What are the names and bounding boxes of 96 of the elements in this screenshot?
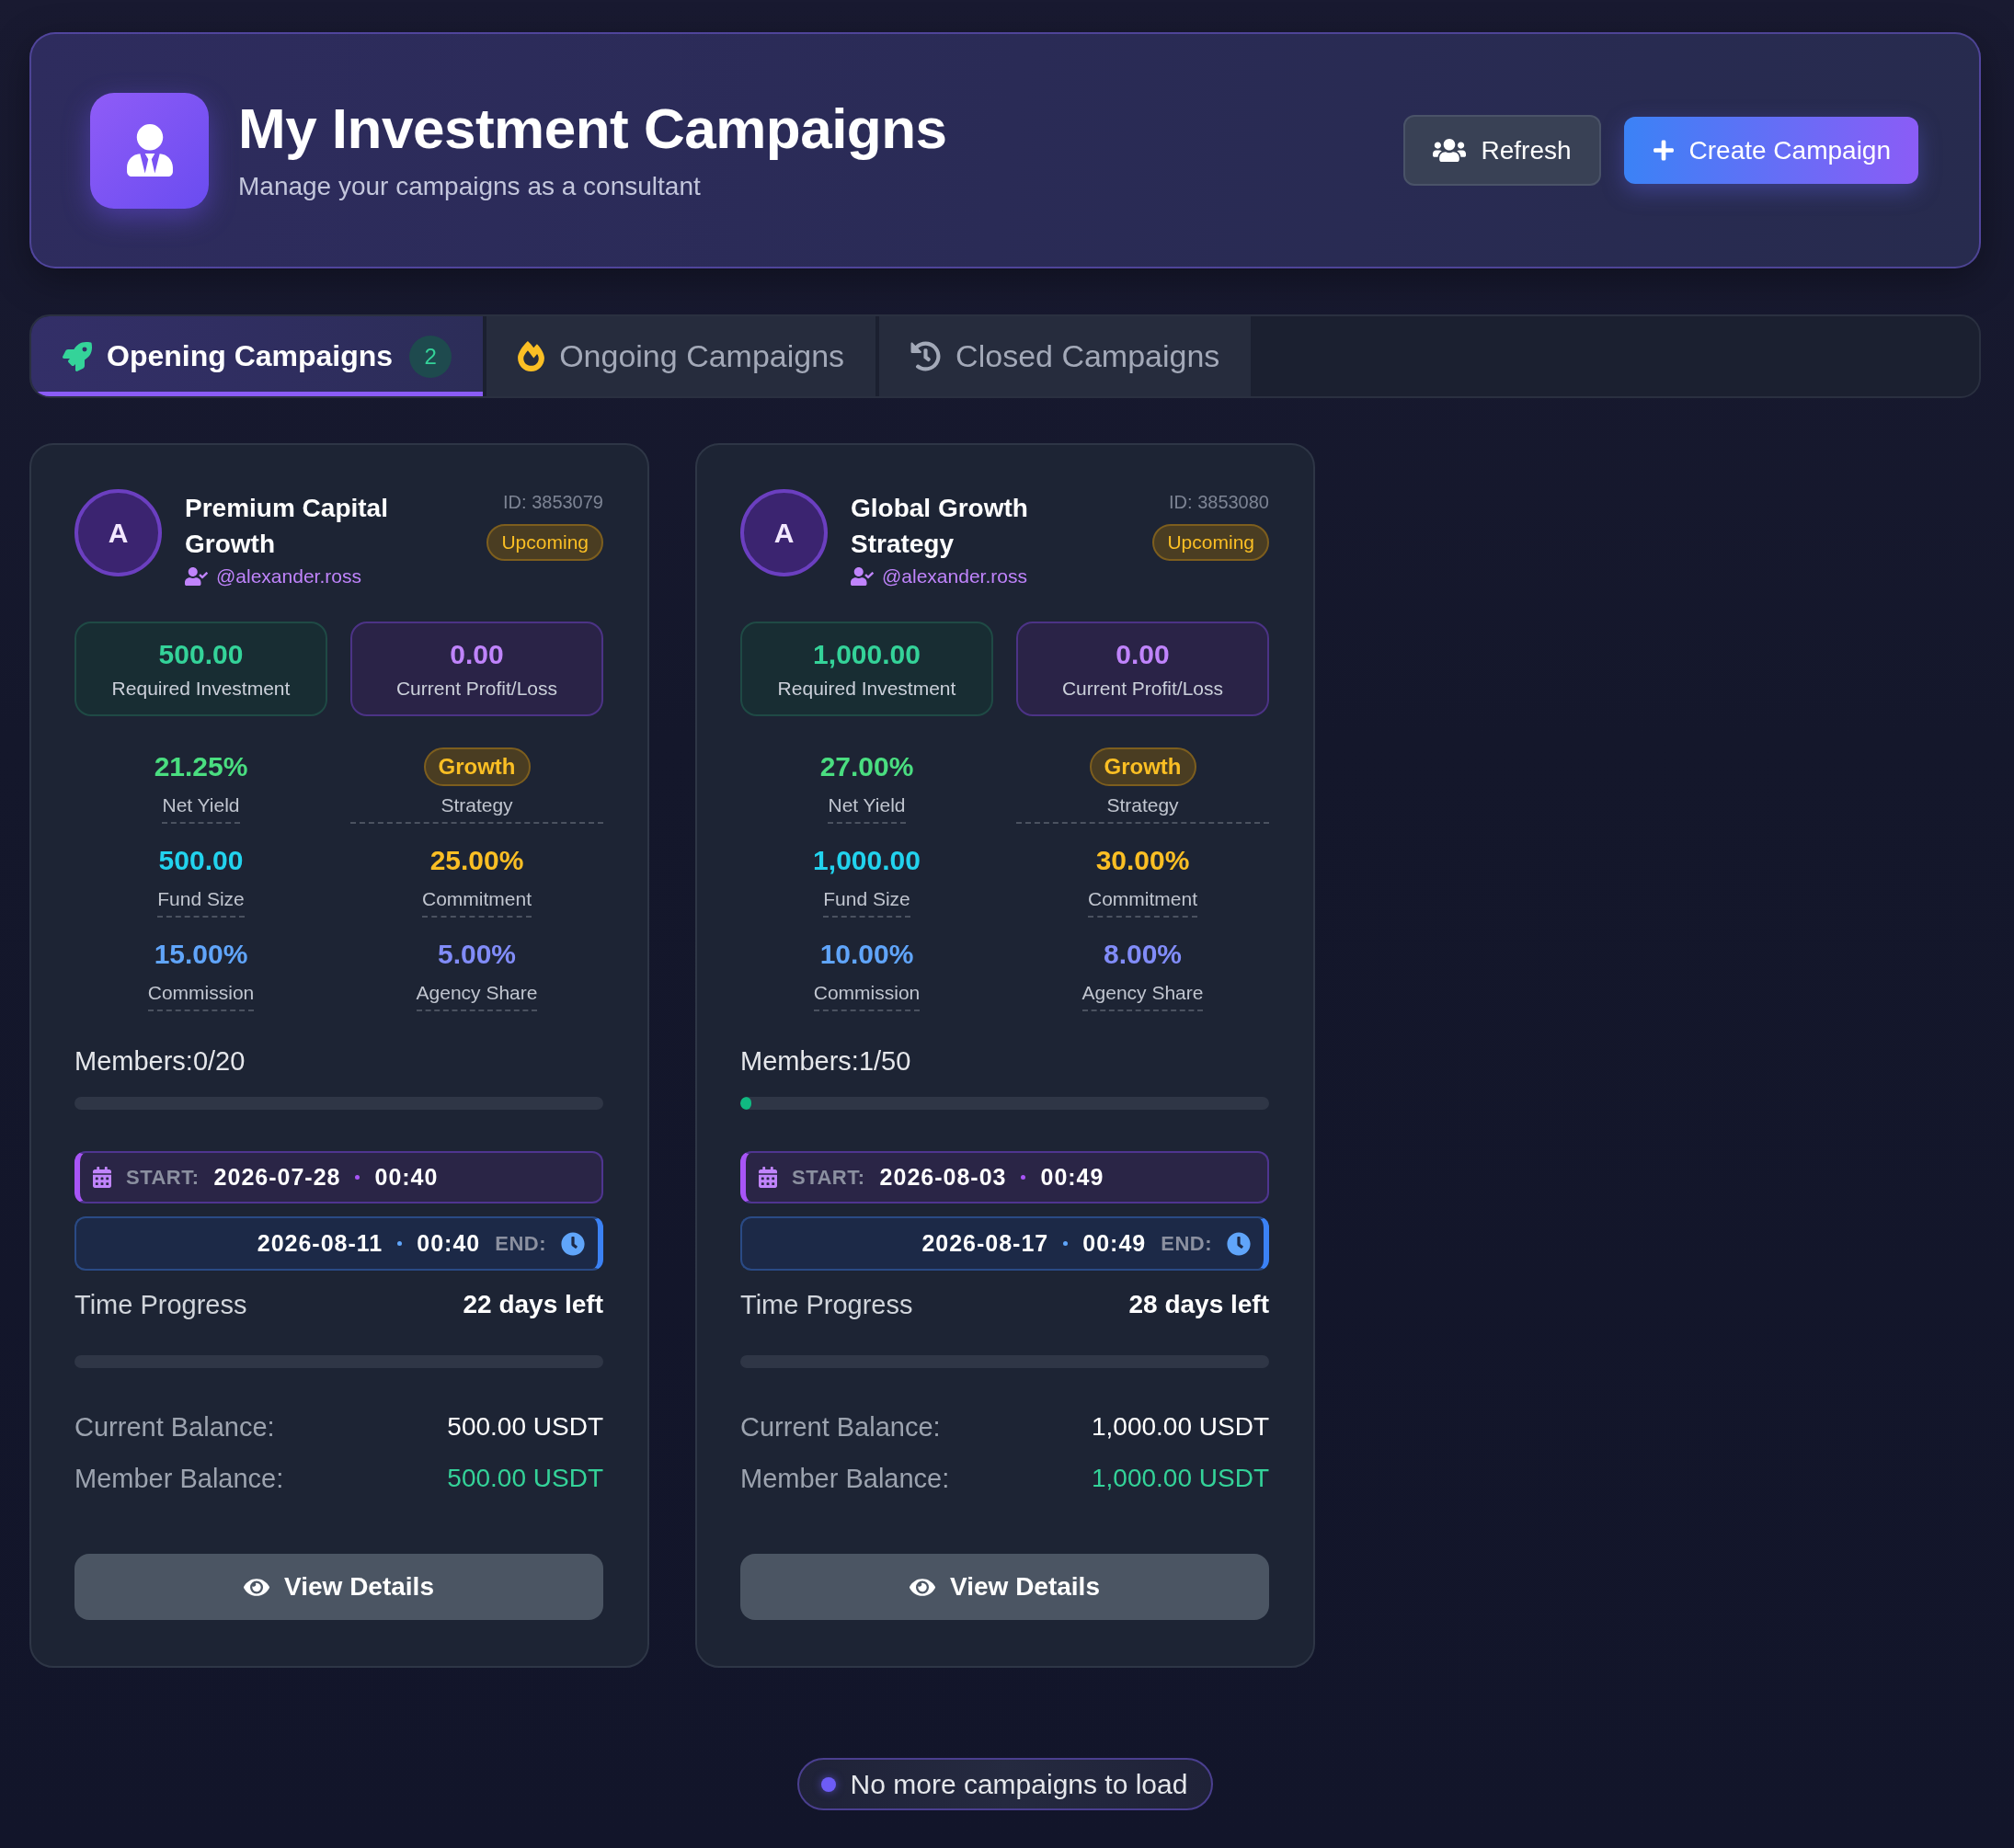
time-progress-label: Time Progress bbox=[740, 1289, 913, 1321]
create-campaign-button[interactable]: Create Campaign bbox=[1623, 117, 1918, 184]
metric-value: 500.00 bbox=[158, 844, 244, 877]
clock-icon bbox=[561, 1231, 585, 1256]
page-subtitle: Manage your campaigns as a consultant bbox=[238, 171, 701, 202]
status-badge: Upcoming bbox=[486, 524, 603, 561]
metric-label: Strategy bbox=[1016, 793, 1269, 824]
avatar: A bbox=[74, 489, 162, 576]
campaign-tab[interactable]: Ongoing Campaigns bbox=[486, 316, 876, 396]
end-label: END: bbox=[495, 1231, 546, 1256]
metric-value: 8.00% bbox=[1103, 938, 1183, 971]
separator-dot-icon bbox=[1063, 1241, 1069, 1246]
flame-icon bbox=[518, 341, 545, 371]
history-icon bbox=[910, 341, 942, 371]
time-progress-label: Time Progress bbox=[74, 1289, 247, 1321]
end-time: 00:49 bbox=[1082, 1230, 1147, 1257]
view-details-button[interactable]: View Details bbox=[74, 1554, 603, 1620]
metric-value: 10.00% bbox=[819, 938, 914, 971]
count-badge: 2 bbox=[409, 335, 452, 378]
balance-value: 500.00 USDT bbox=[447, 1463, 603, 1494]
end-date: 2026-08-17 bbox=[921, 1230, 1049, 1257]
stat-label: Current Profit/Loss bbox=[1061, 676, 1224, 701]
rocket-icon bbox=[63, 341, 92, 371]
page-title: My Investment Campaigns bbox=[238, 98, 947, 159]
metric-label: Agency Share bbox=[416, 981, 538, 1011]
metric-label: Commitment bbox=[422, 887, 532, 918]
balance-label: Member Balance: bbox=[74, 1463, 284, 1495]
start-time: 00:40 bbox=[374, 1164, 439, 1191]
calendar-icon bbox=[759, 1167, 777, 1188]
campaign-id: ID: 3853080 bbox=[1169, 491, 1269, 513]
members-count: Members:1/50 bbox=[740, 1045, 911, 1078]
notice-text: No more campaigns to load bbox=[850, 1768, 1188, 1800]
start-label: START: bbox=[792, 1165, 865, 1190]
stat-label: Required Investment bbox=[111, 676, 291, 701]
metric-label: Net Yield bbox=[828, 793, 906, 824]
refresh-button[interactable]: Refresh bbox=[1402, 115, 1601, 186]
plus-icon bbox=[1653, 139, 1674, 162]
status-badge: Upcoming bbox=[1152, 524, 1269, 561]
campaign-id: ID: 3853079 bbox=[503, 491, 603, 513]
strategy-badge: Growth bbox=[423, 747, 531, 786]
users-icon bbox=[1432, 137, 1466, 164]
days-left: 22 days left bbox=[463, 1289, 603, 1320]
days-left: 28 days left bbox=[1128, 1289, 1269, 1320]
campaign-tab[interactable]: Closed Campaigns bbox=[879, 316, 1252, 396]
metric-value: 30.00% bbox=[1095, 844, 1190, 877]
user-check-icon bbox=[851, 567, 874, 586]
metric-label: Commitment bbox=[1088, 887, 1197, 918]
calendar-icon bbox=[93, 1167, 111, 1188]
view-details-button[interactable]: View Details bbox=[740, 1554, 1269, 1620]
stat-value: 0.00 bbox=[1116, 637, 1170, 671]
metric-label: Strategy bbox=[350, 793, 603, 824]
metric-value: 1,000.00 bbox=[813, 844, 921, 877]
metric-label: Commission bbox=[147, 981, 255, 1011]
balance-value: 1,000.00 USDT bbox=[1092, 1411, 1269, 1443]
clock-icon bbox=[1227, 1231, 1251, 1256]
separator-dot-icon bbox=[355, 1175, 360, 1180]
stat-value: 500.00 bbox=[158, 637, 244, 671]
balance-label: Current Balance: bbox=[740, 1411, 941, 1443]
user-check-icon bbox=[185, 567, 208, 586]
metric-label: Fund Size bbox=[157, 887, 245, 918]
balance-label: Current Balance: bbox=[74, 1411, 275, 1443]
start-date: 2026-08-03 bbox=[879, 1164, 1007, 1191]
metric-value: 21.25% bbox=[154, 750, 248, 783]
start-label: START: bbox=[126, 1165, 200, 1190]
stat-label: Current Profit/Loss bbox=[395, 676, 558, 701]
end-time: 00:40 bbox=[417, 1230, 481, 1257]
balance-label: Member Balance: bbox=[740, 1463, 950, 1495]
end-date: 2026-08-11 bbox=[257, 1230, 383, 1257]
avatar: A bbox=[740, 489, 828, 576]
campaign-tab[interactable]: Opening Campaigns 2 bbox=[31, 316, 484, 396]
status-dot-icon bbox=[820, 1776, 836, 1792]
metric-label: Commission bbox=[813, 981, 921, 1011]
end-label: END: bbox=[1161, 1231, 1212, 1256]
metric-label: Fund Size bbox=[823, 887, 910, 918]
separator-dot-icon bbox=[397, 1241, 403, 1246]
consultant-handle: @alexander.ross bbox=[216, 565, 361, 588]
stat-label: Required Investment bbox=[777, 676, 956, 701]
campaign-name: Premium Capital Growth bbox=[185, 493, 389, 560]
metric-value: 27.00% bbox=[819, 750, 914, 783]
members-count: Members:0/20 bbox=[74, 1045, 246, 1078]
metric-label: Net Yield bbox=[162, 793, 240, 824]
metric-value: 5.00% bbox=[437, 938, 517, 971]
strategy-badge: Growth bbox=[1089, 747, 1196, 786]
balance-value: 500.00 USDT bbox=[447, 1411, 603, 1443]
user-tie-icon bbox=[90, 92, 209, 209]
start-time: 00:49 bbox=[1040, 1164, 1104, 1191]
balance-value: 1,000.00 USDT bbox=[1092, 1463, 1269, 1494]
metric-value: 15.00% bbox=[154, 938, 248, 971]
stat-value: 0.00 bbox=[450, 637, 504, 671]
consultant-handle: @alexander.ross bbox=[882, 565, 1027, 588]
start-date: 2026-07-28 bbox=[213, 1164, 341, 1191]
separator-dot-icon bbox=[1021, 1175, 1026, 1180]
campaign-name: Global Growth Strategy bbox=[851, 493, 1029, 560]
metric-label: Agency Share bbox=[1081, 981, 1204, 1011]
stat-value: 1,000.00 bbox=[813, 637, 921, 671]
metric-value: 25.00% bbox=[429, 844, 524, 877]
